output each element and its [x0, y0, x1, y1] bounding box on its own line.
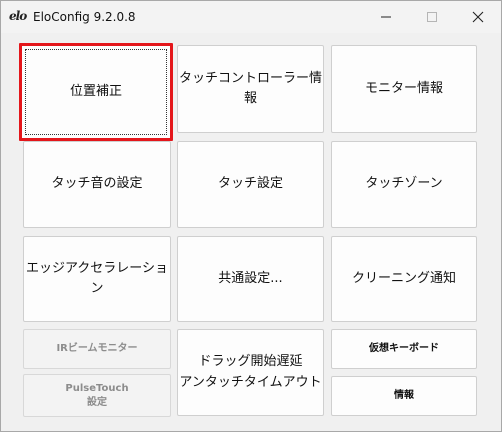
controller-info-label: タッチコントローラー情報	[178, 70, 322, 106]
info-label: 情報	[394, 390, 414, 402]
touch-zone-label: タッチゾーン	[365, 176, 443, 192]
cleaning-notice-button[interactable]: クリーニング通知	[331, 236, 477, 322]
touch-sound-label: タッチ音の設定	[51, 176, 143, 192]
info-button[interactable]: 情報	[331, 376, 477, 416]
drag-untouch-timeout-button[interactable]: ドラッグ開始遅延 アンタッチタイムアウト	[177, 329, 324, 416]
common-settings-label: 共通設定...	[218, 270, 283, 286]
pulsetouch-label-line1: PulseTouch	[65, 383, 129, 394]
touch-zone-button[interactable]: タッチゾーン	[331, 141, 477, 228]
eloconfig-window: elo EloConfig 9.2.0.8 位置補正 タッチコントローラー情報 …	[0, 0, 502, 432]
title-bar: elo EloConfig 9.2.0.8	[1, 1, 501, 33]
ir-beam-monitor-button[interactable]: IRビームモニター	[23, 329, 171, 369]
cleaning-notice-label: クリーニング通知	[351, 270, 456, 286]
touch-settings-button[interactable]: タッチ設定	[177, 141, 324, 228]
elo-logo-icon: elo	[9, 9, 27, 23]
pulsetouch-label-line2: 設定	[87, 396, 107, 408]
calibration-label: 位置補正	[69, 83, 122, 99]
close-icon	[472, 11, 484, 23]
untouch-timeout-label: アンタッチタイムアウト	[179, 374, 322, 390]
virtual-keyboard-label: 仮想キーボード	[369, 343, 439, 355]
maximize-button[interactable]	[409, 1, 455, 33]
edge-acceleration-button[interactable]: エッジアクセラレーション	[23, 236, 171, 322]
controller-info-button[interactable]: タッチコントローラー情報	[177, 45, 324, 133]
drag-delay-label: ドラッグ開始遅延	[198, 354, 303, 370]
touch-sound-button[interactable]: タッチ音の設定	[23, 141, 171, 228]
window-title: EloConfig 9.2.0.8	[33, 10, 136, 24]
maximize-icon	[427, 12, 437, 22]
close-button[interactable]	[455, 1, 501, 33]
minimize-button[interactable]	[363, 1, 409, 33]
ir-beam-monitor-label: IRビームモニター	[56, 343, 138, 355]
minimize-icon	[381, 16, 391, 18]
virtual-keyboard-button[interactable]: 仮想キーボード	[331, 329, 477, 369]
edge-acceleration-label: エッジアクセラレーション	[25, 260, 169, 296]
monitor-info-label: モニター情報	[364, 80, 443, 96]
touch-settings-label: タッチ設定	[217, 176, 283, 192]
monitor-info-button[interactable]: モニター情報	[331, 45, 477, 133]
pulsetouch-settings-button[interactable]: PulseTouch 設定	[23, 374, 171, 417]
common-settings-button[interactable]: 共通設定...	[177, 236, 324, 322]
calibration-button[interactable]: 位置補正	[19, 43, 173, 141]
